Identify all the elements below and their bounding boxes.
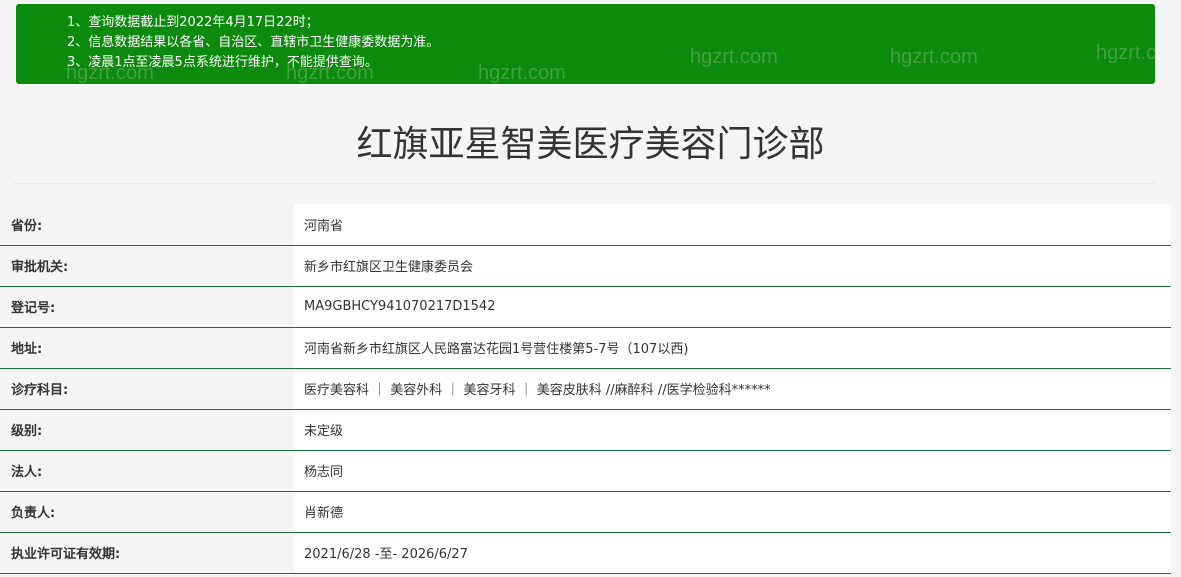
table-row: 负责人: 肖新德 [0,491,1171,533]
notice-line: 2、信息数据结果以各省、自治区、直辖市卫生健康委数据为准。 [67,35,440,50]
row-label-address: 地址: [0,327,294,369]
row-value-province: 河南省 [294,204,1171,246]
row-label-license-validity: 执业许可证有效期: [0,532,294,574]
table-row: 省份: 河南省 [0,204,1171,246]
notice-banner: hgzrt.com hgzrt.com hgzrt.com hgzrt.com … [16,4,1155,84]
info-table: 省份: 河南省 审批机关: 新乡市红旗区卫生健康委员会 登记号: MA9GBHC… [0,204,1171,574]
row-label-level: 级别: [0,409,294,451]
table-row: 登记号: MA9GBHCY941070217D1542 [0,286,1171,328]
row-label-person-in-charge: 负责人: [0,491,294,533]
table-row: 法人: 杨志同 [0,450,1171,492]
row-value-legal-person: 杨志同 [294,450,1171,492]
watermark-text: hgzrt.com [1096,42,1155,64]
row-label-approval-authority: 审批机关: [0,245,294,287]
table-row: 诊疗科目: 医疗美容科 ｜ 美容外科 ｜ 美容牙科 ｜ 美容皮肤科 //麻醉科 … [0,368,1171,410]
row-value-person-in-charge: 肖新德 [294,491,1171,533]
table-row: 审批机关: 新乡市红旗区卫生健康委员会 [0,245,1171,287]
row-label-departments: 诊疗科目: [0,368,294,410]
row-value-registration-number: MA9GBHCY941070217D1542 [294,286,1171,328]
watermark-text: hgzrt.com [478,62,566,84]
watermark-text: hgzrt.com [690,46,778,68]
row-value-approval-authority: 新乡市红旗区卫生健康委员会 [294,245,1171,287]
row-value-level: 未定级 [294,409,1171,451]
notice-line: 3、凌晨1点至凌晨5点系统进行维护，不能提供查询。 [67,55,378,70]
title-divider [14,183,1155,184]
table-row: 地址: 河南省新乡市红旗区人民路富达花园1号营住楼第5-7号（107以西) [0,327,1171,369]
table-row: 级别: 未定级 [0,409,1171,451]
row-value-license-validity: 2021/6/28 -至- 2026/6/27 [294,532,1171,574]
page-title: 红旗亚星智美医疗美容门诊部 [356,124,825,165]
row-label-province: 省份: [0,204,294,246]
watermark-text: hgzrt.com [890,46,978,68]
row-value-departments: 医疗美容科 ｜ 美容外科 ｜ 美容牙科 ｜ 美容皮肤科 //麻醉科 //医学检验… [294,368,1171,410]
table-row: 执业许可证有效期: 2021/6/28 -至- 2026/6/27 [0,532,1171,574]
notice-line: 1、查询数据截止到2022年4月17日22时； [67,15,319,30]
row-label-legal-person: 法人: [0,450,294,492]
notice-list: 1、查询数据截止到2022年4月17日22时； 2、信息数据结果以各省、自治区、… [67,13,439,73]
row-value-address: 河南省新乡市红旗区人民路富达花园1号营住楼第5-7号（107以西) [294,327,1171,369]
row-label-registration-number: 登记号: [0,286,294,328]
